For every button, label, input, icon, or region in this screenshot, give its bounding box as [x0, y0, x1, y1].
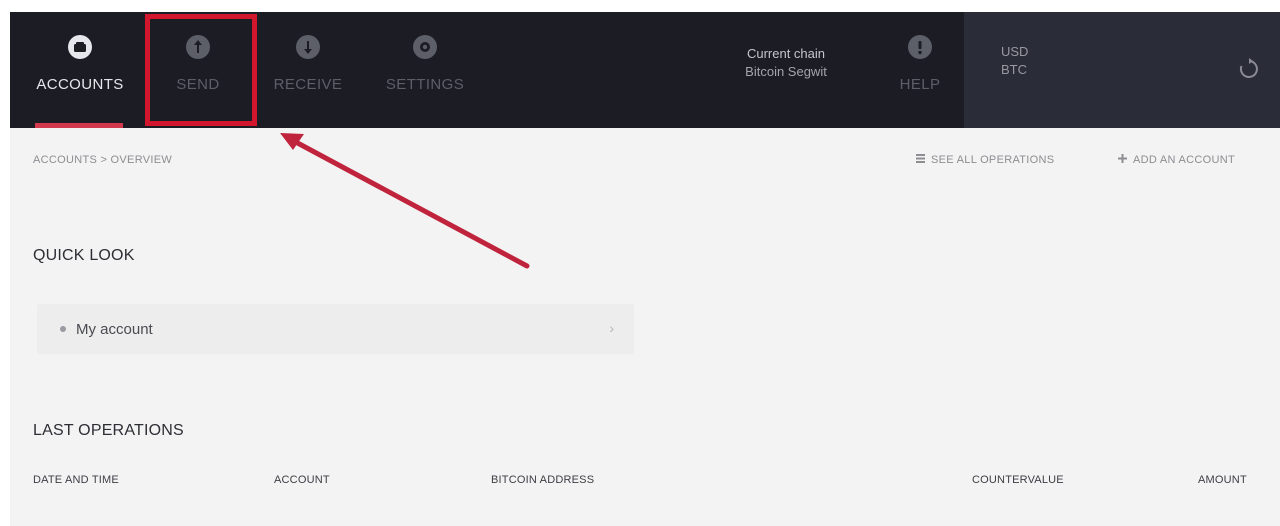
add-account-link[interactable]: ADD AN ACCOUNT — [1118, 154, 1235, 166]
wallet-icon — [65, 32, 95, 62]
current-chain-value: Bitcoin Segwit — [745, 64, 827, 79]
send-highlight-box — [145, 14, 257, 126]
help-icon — [905, 32, 935, 62]
column-amount[interactable]: AMOUNT — [1198, 474, 1247, 486]
breadcrumb: ACCOUNTS > OVERVIEW — [33, 154, 173, 166]
nav-settings-label: SETTINGS — [385, 76, 465, 93]
nav-help-label: HELP — [899, 76, 941, 93]
currency-panel: USD BTC — [964, 12, 1280, 128]
fiat-currency[interactable]: USD — [1001, 44, 1028, 59]
see-all-operations-label: SEE ALL OPERATIONS — [931, 154, 1055, 166]
chevron-right-icon: › — [609, 320, 614, 336]
add-account-label: ADD AN ACCOUNT — [1133, 154, 1235, 166]
column-bitcoin-address[interactable]: BITCOIN ADDRESS — [491, 474, 594, 486]
account-name: My account — [76, 320, 153, 338]
column-date-time[interactable]: DATE AND TIME — [33, 474, 119, 486]
nav-accounts[interactable]: ACCOUNTS — [34, 12, 126, 128]
nav-help[interactable]: HELP — [880, 12, 960, 128]
quick-look-title: QUICK LOOK — [33, 247, 135, 264]
gear-icon — [410, 32, 440, 62]
refresh-icon[interactable] — [1236, 56, 1262, 82]
list-icon — [916, 154, 925, 166]
current-chain-title: Current chain — [746, 46, 826, 61]
account-card[interactable]: My account › — [37, 304, 634, 354]
current-chain-selector[interactable]: Current chain Bitcoin Segwit — [716, 45, 856, 81]
nav-receive[interactable]: RECEIVE — [268, 12, 348, 128]
last-operations-title: LAST OPERATIONS — [33, 422, 184, 439]
column-countervalue[interactable]: COUNTERVALUE — [972, 474, 1064, 486]
nav-receive-label: RECEIVE — [273, 76, 343, 93]
account-status-dot — [60, 326, 66, 332]
nav-settings[interactable]: SETTINGS — [380, 12, 470, 128]
receive-icon — [293, 32, 323, 62]
main-content: ACCOUNTS > OVERVIEW SEE ALL OPERATIONS A… — [10, 128, 1280, 526]
column-account[interactable]: ACCOUNT — [274, 474, 330, 486]
crypto-currency[interactable]: BTC — [1001, 62, 1027, 77]
plus-icon — [1118, 154, 1127, 166]
nav-accounts-label: ACCOUNTS — [36, 76, 124, 93]
see-all-operations-link[interactable]: SEE ALL OPERATIONS — [916, 154, 1054, 166]
